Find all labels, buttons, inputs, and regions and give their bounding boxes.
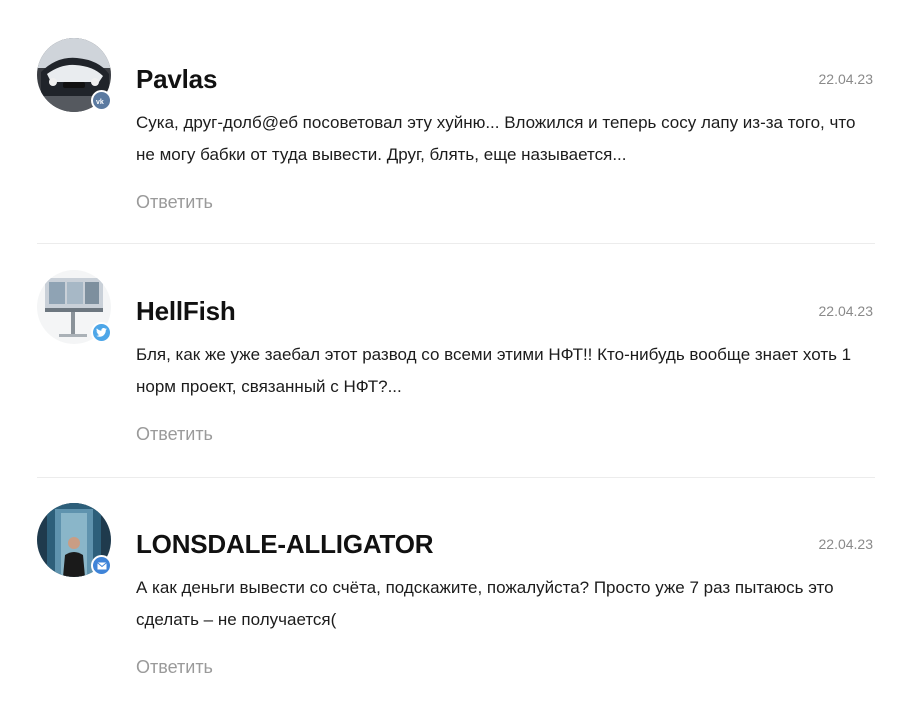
comment-text: А как деньги вывести со счёта, подскажит… <box>136 578 834 629</box>
twitter-icon <box>91 322 112 343</box>
divider <box>37 477 875 478</box>
comment-date: 22.04.23 <box>818 536 874 552</box>
comment-text: Бля, как же уже заебал этот развод со вс… <box>136 345 852 396</box>
comment-author[interactable]: Pavlas <box>136 64 217 94</box>
comment-author[interactable]: LONSDALE-ALLIGATOR <box>136 529 434 559</box>
avatar[interactable] <box>37 270 112 344</box>
svg-text:vk: vk <box>96 99 104 105</box>
mail-icon <box>91 555 112 576</box>
comment-date: 22.04.23 <box>818 71 874 87</box>
comment-author[interactable]: HellFish <box>136 296 236 326</box>
reply-button[interactable]: Ответить <box>136 190 213 214</box>
comments-list: vk Pavlas 22.04.23 Сука, друг-долб@еб по… <box>0 0 899 709</box>
comment-text: Сука, друг-долб@еб посоветовал эту хуйню… <box>136 113 856 164</box>
avatar[interactable]: vk <box>37 38 112 112</box>
reply-button[interactable]: Ответить <box>136 655 213 679</box>
comment-date: 22.04.23 <box>818 303 874 319</box>
vk-icon: vk <box>91 90 112 111</box>
reply-button[interactable]: Ответить <box>136 422 213 446</box>
divider <box>37 243 875 244</box>
avatar[interactable] <box>37 503 112 577</box>
